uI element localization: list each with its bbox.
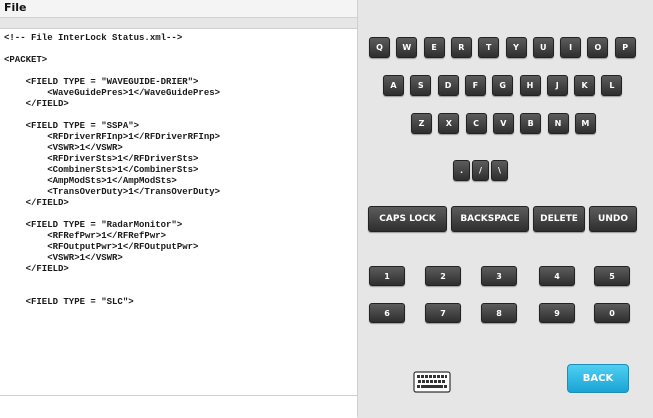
key-c[interactable]: C — [465, 113, 487, 134]
key-n[interactable]: N — [547, 113, 569, 134]
keyboard-icon[interactable] — [413, 371, 451, 393]
key-m[interactable]: M — [574, 113, 596, 134]
key-h[interactable]: H — [519, 75, 541, 96]
xml-editor[interactable]: <!-- File InterLock Status.xml--> <PACKET… — [0, 28, 357, 396]
key-i[interactable]: I — [560, 37, 582, 58]
delete-key[interactable]: DELETE — [533, 206, 585, 232]
key-x[interactable]: X — [438, 113, 460, 134]
key-v[interactable]: V — [492, 113, 514, 134]
editor-footer — [0, 395, 357, 418]
code-line: <AmpModSts>1</AmpModSts> — [4, 176, 177, 186]
key-9[interactable]: 9 — [539, 303, 575, 323]
key-t[interactable]: T — [478, 37, 500, 58]
key-g[interactable]: G — [492, 75, 514, 96]
code-line: <FIELD TYPE = "SSPA"> — [4, 121, 140, 131]
key-k[interactable]: K — [574, 75, 596, 96]
key-2[interactable]: 2 — [425, 266, 461, 286]
code-line: <RFRefPwr>1</RFRefPwr> — [4, 231, 167, 241]
key-4[interactable]: 4 — [539, 266, 575, 286]
code-line: <!-- File InterLock Status.xml--> — [4, 33, 183, 43]
code-line: <FIELD TYPE = "SLC"> — [4, 297, 134, 307]
code-line: <TransOverDuty>1</TransOverDuty> — [4, 187, 221, 197]
menu-bar: File — [0, 0, 357, 18]
key-backslash[interactable]: \ — [491, 160, 508, 181]
key-d[interactable]: D — [437, 75, 459, 96]
key-0[interactable]: 0 — [594, 303, 630, 323]
key-z[interactable]: Z — [411, 113, 432, 134]
code-line: </FIELD> — [4, 264, 69, 274]
code-line: </FIELD> — [4, 198, 69, 208]
key-6[interactable]: 6 — [369, 303, 405, 323]
key-period[interactable]: . — [453, 160, 470, 181]
panel-divider — [357, 0, 358, 417]
code-line: <CombinerSts>1</CombinerSts> — [4, 165, 199, 175]
key-e[interactable]: E — [423, 37, 445, 58]
key-j[interactable]: J — [546, 75, 568, 96]
key-b[interactable]: B — [520, 113, 542, 134]
key-l[interactable]: L — [601, 75, 623, 96]
key-q[interactable]: Q — [369, 37, 390, 58]
code-line: </FIELD> — [4, 99, 69, 109]
code-line: <WaveGuidePres>1</WaveGuidePres> — [4, 88, 221, 98]
key-3[interactable]: 3 — [481, 266, 517, 286]
code-line: <VSWR>1</VSWR> — [4, 253, 123, 263]
key-o[interactable]: O — [587, 37, 609, 58]
code-line: <RFDriverRFInp>1</RFDriverRFInp> — [4, 132, 221, 142]
key-r[interactable]: R — [450, 37, 472, 58]
key-7[interactable]: 7 — [425, 303, 461, 323]
key-a[interactable]: A — [383, 75, 404, 96]
key-f[interactable]: F — [464, 75, 486, 96]
key-y[interactable]: Y — [505, 37, 527, 58]
key-slash[interactable]: / — [472, 160, 489, 181]
undo-key[interactable]: UNDO — [589, 206, 637, 232]
code-line: <RFOutputPwr>1</RFOutputPwr> — [4, 242, 199, 252]
backspace-key[interactable]: BACKSPACE — [451, 206, 529, 232]
key-p[interactable]: P — [614, 37, 636, 58]
caps-lock-key[interactable]: CAPS LOCK — [368, 206, 447, 232]
code-line: <FIELD TYPE = "RadarMonitor"> — [4, 220, 183, 230]
code-text[interactable]: <!-- File InterLock Status.xml--> <PACKET… — [4, 33, 220, 308]
code-line: <FIELD TYPE = "WAVEGUIDE-DRIER"> — [4, 77, 199, 87]
back-button[interactable]: BACK — [567, 364, 629, 393]
key-1[interactable]: 1 — [369, 266, 405, 286]
key-s[interactable]: S — [410, 75, 432, 96]
code-line: <RFDriverSts>1</RFDriverSts> — [4, 154, 199, 164]
menu-file[interactable]: File — [4, 1, 27, 14]
code-line: <PACKET> — [4, 55, 48, 65]
key-8[interactable]: 8 — [481, 303, 517, 323]
key-u[interactable]: U — [532, 37, 554, 58]
code-line: <VSWR>1</VSWR> — [4, 143, 123, 153]
key-w[interactable]: W — [396, 37, 418, 58]
key-5[interactable]: 5 — [594, 266, 630, 286]
